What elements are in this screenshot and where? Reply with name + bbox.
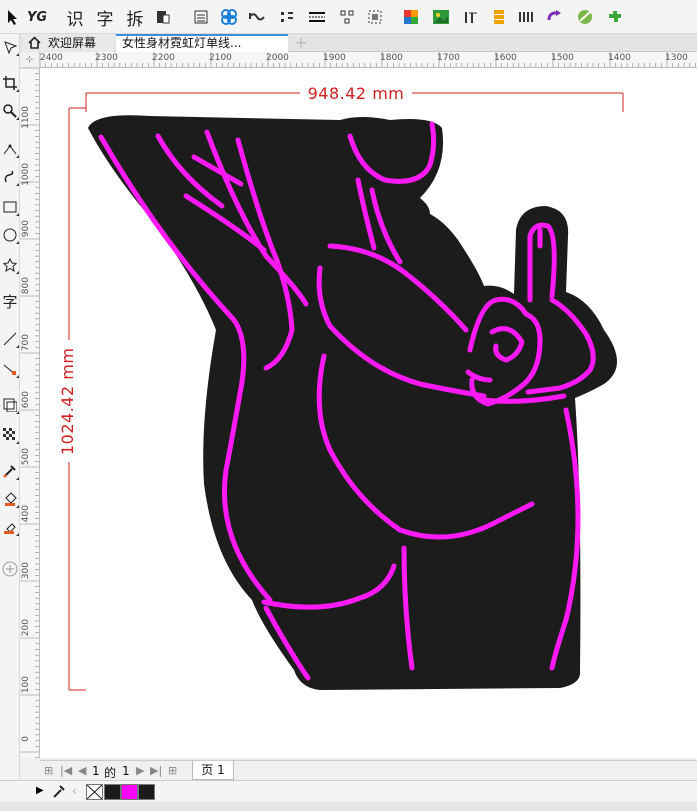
vruler-label: 400 (21, 505, 31, 523)
barcode-icon[interactable] (516, 6, 538, 28)
last-page-icon[interactable]: ▶| (150, 764, 162, 777)
width-dimension-label[interactable]: 948.42 mm (300, 84, 412, 104)
layers-stack-icon[interactable] (488, 6, 510, 28)
dark-swatch[interactable] (138, 784, 155, 800)
tab-document-label: 女性身材霓虹灯单线... (122, 36, 242, 50)
magenta-swatch[interactable] (121, 784, 138, 800)
hruler-label: 2100 (209, 53, 232, 63)
page-tab-1[interactable]: 页 1 (192, 761, 234, 780)
hruler-label: 2400 (40, 53, 63, 63)
image-icon[interactable] (430, 6, 452, 28)
add-page-before-icon[interactable]: ⊞ (44, 764, 53, 777)
horizontal-lines-icon[interactable] (306, 6, 328, 28)
freehand-tool-icon[interactable] (1, 140, 19, 158)
next-page-icon[interactable]: ▶ (136, 764, 144, 777)
hruler-label: 1900 (323, 53, 346, 63)
silhouette-backing[interactable] (88, 115, 617, 690)
vruler-label: 500 (21, 448, 31, 466)
palette-expand-icon[interactable]: ▶ (36, 785, 44, 796)
crop-tool-icon[interactable] (1, 74, 19, 92)
transparency-tool-icon[interactable] (1, 426, 19, 444)
vruler-label: 900 (21, 220, 31, 238)
app-window: YG 识 字 拆 字 欢迎屏幕 女性身材霓虹灯单线... + ⊹ 2400 23… (0, 0, 697, 811)
drawing-canvas[interactable]: 948.42 mm 1024.42 mm (40, 68, 697, 758)
add-page-after-icon[interactable]: ⊞ (168, 764, 177, 777)
dotted-align-icon[interactable] (276, 6, 298, 28)
bottom-strip (0, 802, 697, 811)
page-navigator: ⊞ |◀ ◀ 1 的 1 ▶ ▶| ⊞ 页 1 (40, 760, 697, 780)
vruler-label: 0 (21, 736, 31, 742)
color-blocks-icon[interactable] (400, 6, 422, 28)
node-grid-icon[interactable] (336, 6, 358, 28)
smart-fill-icon[interactable] (1, 518, 19, 536)
hruler-label: 2000 (266, 53, 289, 63)
current-page-number: 1 (92, 764, 100, 778)
yg-plugin-button[interactable]: YG (26, 6, 48, 28)
wave-line-icon[interactable] (246, 6, 268, 28)
height-dimension-label[interactable]: 1024.42 mm (58, 340, 78, 462)
pick-arrow-icon[interactable] (2, 6, 24, 28)
document-icon[interactable] (152, 6, 174, 28)
add-tool-icon[interactable] (1, 560, 19, 578)
status-bar: ▶ ‹ (0, 780, 697, 802)
tab-welcome-label: 欢迎屏幕 (48, 36, 97, 50)
convert-arrow-icon[interactable] (544, 6, 566, 28)
rectangle-tool-icon[interactable] (1, 198, 19, 216)
hruler-label: 1600 (494, 53, 517, 63)
left-toolbox: 字 (0, 34, 20, 779)
dimension-tool-icon[interactable] (1, 360, 19, 378)
no-color-swatch[interactable] (86, 784, 103, 800)
vruler-label: 800 (21, 277, 31, 295)
total-pages-number: 1 (122, 764, 130, 778)
interactive-fill-icon[interactable] (1, 490, 19, 508)
tab-welcome-screen[interactable]: 欢迎屏幕 (22, 34, 114, 52)
text-align-icon[interactable] (460, 6, 482, 28)
vruler-label: 200 (21, 619, 31, 637)
vruler-label: 1100 (21, 106, 31, 129)
hruler-label: 1700 (437, 53, 460, 63)
shadow-tool-icon[interactable] (1, 396, 19, 414)
palette-scroll-left-icon[interactable]: ‹ (72, 784, 77, 798)
vruler-label: 700 (21, 334, 31, 352)
vruler-label: 100 (21, 676, 31, 694)
flower-pattern-icon[interactable] (218, 6, 240, 28)
vruler-label: 600 (21, 391, 31, 409)
hruler-label: 1500 (551, 53, 574, 63)
hruler-label: 1300 (665, 53, 688, 63)
eyedropper-tool-icon[interactable] (1, 462, 19, 480)
hruler-label: 2300 (95, 53, 118, 63)
prev-page-icon[interactable]: ◀ (78, 764, 86, 777)
globe-plugin-icon[interactable] (574, 6, 596, 28)
hruler-label: 2200 (152, 53, 175, 63)
new-tab-plus-icon[interactable]: + (292, 34, 310, 52)
vertical-ruler[interactable]: 1100 1000 900 800 700 600 500 400 300 20… (20, 68, 40, 758)
artistic-media-icon[interactable] (1, 168, 19, 186)
list-icon[interactable] (190, 6, 212, 28)
document-tab-bar: 欢迎屏幕 女性身材霓虹灯单线... + (20, 34, 697, 52)
connector-tool-icon[interactable] (1, 330, 19, 348)
character-button[interactable]: 字 (94, 6, 116, 30)
polygon-star-icon[interactable] (1, 256, 19, 274)
shape-tool-icon[interactable] (1, 38, 19, 56)
black-swatch[interactable] (104, 784, 121, 800)
recognize-button[interactable]: 识 (64, 6, 86, 30)
vruler-label: 1000 (21, 163, 31, 186)
eyedropper-icon[interactable] (52, 783, 66, 803)
ruler-origin-icon[interactable]: ⊹ (20, 52, 40, 68)
ellipse-tool-icon[interactable] (1, 226, 19, 244)
split-button[interactable]: 拆 (124, 6, 146, 30)
zoom-tool-icon[interactable] (1, 102, 19, 120)
first-page-icon[interactable]: |◀ (60, 764, 72, 777)
tab-document[interactable]: 女性身材霓虹灯单线... (116, 34, 288, 52)
horizontal-ruler[interactable]: 2400 2300 2200 2100 2000 1900 1800 1700 … (40, 52, 697, 68)
page-of-label: 的 (104, 766, 117, 780)
hruler-label: 1800 (380, 53, 403, 63)
vruler-label: 300 (21, 562, 31, 580)
top-toolbar: YG 识 字 拆 (0, 0, 697, 34)
hruler-label: 1400 (608, 53, 631, 63)
select-frame-icon[interactable] (364, 6, 386, 28)
text-tool-icon[interactable]: 字 (1, 292, 19, 311)
puzzle-plugin-icon[interactable] (604, 6, 626, 28)
